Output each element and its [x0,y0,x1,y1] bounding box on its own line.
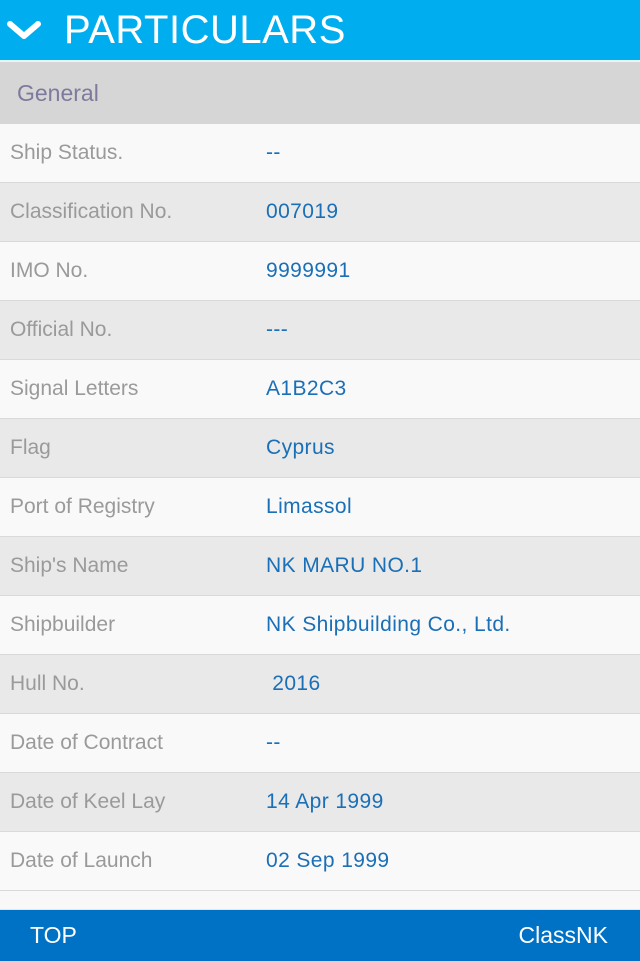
row-label: Ship Status. [10,141,124,164]
row-label: Official No. [10,318,113,341]
row-value: 02 Sep 1999 [266,849,390,872]
row-label: Shipbuilder [10,613,116,636]
row-label: Ship's Name [10,554,129,577]
row-label: Classification No. [10,200,173,223]
row-label: Date of Contract [10,731,163,754]
page-title: PARTICULARS [64,8,346,52]
particulars-list: Ship Status. -- Classification No. 007019 … [0,124,640,891]
classnk-button[interactable]: ClassNK [519,922,608,949]
row-value: A1B2C3 [266,377,347,400]
header-bar: PARTICULARS [0,0,640,62]
table-row: IMO No. 9999991 [0,242,640,301]
row-value: NK MARU NO.1 [266,554,423,577]
table-row: Shipbuilder NK Shipbuilding Co., Ltd. [0,596,640,655]
table-row: Hull No. 2016 [0,655,640,714]
row-label: Signal Letters [10,377,139,400]
row-value: -- [266,731,281,754]
table-row: Classification No. 007019 [0,183,640,242]
row-value: 007019 [266,200,339,223]
section-title: General [17,79,99,106]
row-label: Flag [10,436,51,459]
row-value: Limassol [266,495,353,518]
row-value: Cyprus [266,436,335,459]
table-row: Port of Registry Limassol [0,478,640,537]
table-row: Signal Letters A1B2C3 [0,360,640,419]
table-row: Date of Keel Lay 14 Apr 1999 [0,773,640,832]
row-label: IMO No. [10,259,89,282]
row-value: NK Shipbuilding Co., Ltd. [266,613,511,636]
table-row: Ship's Name NK MARU NO.1 [0,537,640,596]
row-value: 2016 [266,672,321,695]
top-button[interactable]: TOP [30,922,77,949]
row-label: Date of Keel Lay [10,790,166,813]
row-value: -- [266,141,281,164]
table-row: Flag Cyprus [0,419,640,478]
section-header-general: General [0,62,640,124]
table-row: Official No. --- [0,301,640,360]
footer-bar: TOP ClassNK [0,909,640,961]
chevron-down-icon[interactable] [0,0,48,60]
row-value: --- [266,318,289,341]
table-row: Date of Launch 02 Sep 1999 [0,832,640,891]
row-label: Port of Registry [10,495,155,518]
table-row: Date of Contract -- [0,714,640,773]
row-value: 9999991 [266,259,351,282]
table-row: Ship Status. -- [0,124,640,183]
row-value: 14 Apr 1999 [266,790,384,813]
row-label: Date of Launch [10,849,153,872]
row-label: Hull No. [10,672,85,695]
